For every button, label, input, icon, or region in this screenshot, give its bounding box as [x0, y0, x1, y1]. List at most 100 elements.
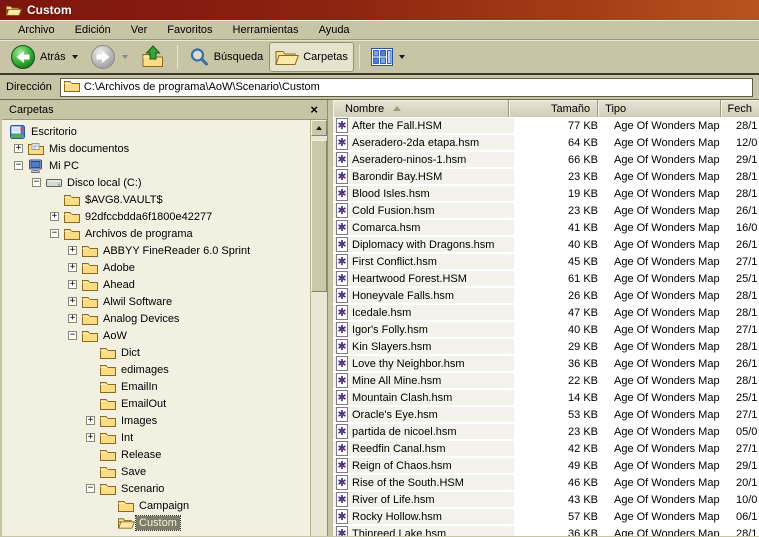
menu-favoritos[interactable]: Favoritos: [157, 22, 222, 38]
file-row[interactable]: ✱ Heartwood Forest.HSM 61 KB Age Of Wonders…: [333, 270, 759, 287]
tree-toggle-plus-icon[interactable]: +: [68, 280, 77, 289]
aow-map-file-icon: ✱: [336, 458, 348, 473]
file-row[interactable]: ✱ Reign of Chaos.hsm 49 KB Age Of Wonders M…: [333, 457, 759, 474]
tree-item-92dfccbdda6f1800e42277[interactable]: +92dfccbdda6f1800e42277: [2, 208, 310, 225]
file-row[interactable]: ✱ Barondir Bay.HSM 23 KB Age Of Wonders Map…: [333, 168, 759, 185]
address-input[interactable]: C:\Archivos de programa\AoW\Scenario\Cus…: [59, 77, 753, 97]
file-name-cell: ✱ partida de nicoel.hsm: [333, 424, 514, 439]
folder-icon: [82, 278, 100, 291]
file-row[interactable]: ✱ Aseradero-2da etapa.hsm 64 KB Age Of Wond…: [333, 134, 759, 151]
column-header-name[interactable]: Nombre: [333, 100, 509, 117]
tree-item-archivos-de-programa[interactable]: − Archivos de programa: [2, 225, 310, 242]
file-row[interactable]: ✱ Mine All Mine.hsm 22 KB Age Of Wonders Ma…: [333, 372, 759, 389]
menu-herramientas[interactable]: Herramientas: [223, 22, 309, 38]
window-folder-icon[interactable]: [6, 3, 22, 17]
tree-item-abbyy-finereader-6-0-sprint[interactable]: + ABBYY FineReader 6.0 Sprint: [2, 242, 310, 259]
file-type: Age Of Wonders Map: [614, 340, 720, 353]
forward-dropdown-caret[interactable]: [121, 55, 128, 59]
file-row[interactable]: ✱ Comarca.hsm 41 KB Age Of Wonders Map 16/0: [333, 219, 759, 236]
tree-toggle-plus-icon[interactable]: +: [68, 297, 77, 306]
tree-item-alwil-software[interactable]: + Alwil Software: [2, 293, 310, 310]
file-row[interactable]: ✱ Kin Slayers.hsm 29 KB Age Of Wonders Map 2…: [333, 338, 759, 355]
forward-button[interactable]: [84, 42, 134, 72]
tree-toggle-minus-icon[interactable]: −: [32, 178, 41, 187]
file-row[interactable]: ✱ Blood Isles.hsm 19 KB Age Of Wonders Map 2…: [333, 185, 759, 202]
file-row[interactable]: ✱ Thinreed Lake.hsm 36 KB Age Of Wonders Ma…: [333, 525, 759, 536]
tree-item-disco-local-c[interactable]: − Disco local (C:): [2, 174, 310, 191]
tree-item-int[interactable]: + Int: [2, 429, 310, 446]
tree-scrollbar[interactable]: [310, 120, 327, 536]
addressbar: Dirección C:\Archivos de programa\AoW\Sc…: [0, 75, 759, 100]
file-row[interactable]: ✱ Rise of the South.HSM 46 KB Age Of Wonder…: [333, 474, 759, 491]
tree-item-dict[interactable]: Dict: [2, 344, 310, 361]
tree-toggle-minus-icon[interactable]: −: [86, 484, 95, 493]
tree-toggle-plus-icon[interactable]: +: [68, 246, 77, 255]
menu-ver[interactable]: Ver: [121, 22, 158, 38]
file-row[interactable]: ✱ Reedfin Canal.hsm 42 KB Age Of Wonders Ma…: [333, 440, 759, 457]
tree-item-emailin[interactable]: EmailIn: [2, 378, 310, 395]
file-row[interactable]: ✱ Icedale.hsm 47 KB Age Of Wonders Map 28/1: [333, 304, 759, 321]
tree-item-edimages[interactable]: edimages: [2, 361, 310, 378]
file-size: 61 KB: [568, 272, 598, 285]
tree-item-mis-documentos[interactable]: + Mis documentos: [2, 140, 310, 157]
views-dropdown-caret[interactable]: [398, 55, 405, 59]
column-header-size[interactable]: Tamaño: [509, 100, 599, 117]
tree-toggle-plus-icon[interactable]: +: [86, 416, 95, 425]
tree-item-mi-pc[interactable]: − Mi PC: [2, 157, 310, 174]
tree-item-ahead[interactable]: + Ahead: [2, 276, 310, 293]
tree-item-images[interactable]: + Images: [2, 412, 310, 429]
tree-item-avg8-vault[interactable]: $AVG8.VAULT$: [2, 191, 310, 208]
menu-ayuda[interactable]: Ayuda: [309, 22, 360, 38]
menu-edici-n[interactable]: Edición: [65, 22, 121, 38]
menu-archivo[interactable]: Archivo: [8, 22, 65, 38]
file-row[interactable]: ✱ Rocky Hollow.hsm 57 KB Age Of Wonders Map…: [333, 508, 759, 525]
file-row[interactable]: ✱ After the Fall.HSM 77 KB Age Of Wonders M…: [333, 117, 759, 134]
file-row[interactable]: ✱ Honeyvale Falls.hsm 26 KB Age Of Wonders …: [333, 287, 759, 304]
file-row[interactable]: ✱ Aseradero-ninos-1.hsm 66 KB Age Of Wonder…: [333, 151, 759, 168]
views-button[interactable]: [365, 42, 411, 72]
close-folders-panel-button[interactable]: ×: [308, 103, 320, 116]
back-button[interactable]: Atrás: [4, 42, 84, 72]
search-button[interactable]: Búsqueda: [183, 42, 270, 72]
tree-toggle-plus-icon[interactable]: +: [14, 144, 23, 153]
up-button[interactable]: [134, 42, 172, 72]
tree-item-adobe[interactable]: + Adobe: [2, 259, 310, 276]
file-row[interactable]: ✱ River of Life.hsm 43 KB Age Of Wonders Ma…: [333, 491, 759, 508]
file-row[interactable]: ✱ First Conflict.hsm 45 KB Age Of Wonders M…: [333, 253, 759, 270]
tree-toggle-minus-icon[interactable]: −: [68, 331, 77, 340]
back-dropdown-caret[interactable]: [71, 55, 78, 59]
file-name: Mine All Mine.hsm: [352, 374, 442, 387]
tree-toggle-minus-icon[interactable]: −: [14, 161, 23, 170]
file-row[interactable]: ✱ partida de nicoel.hsm 23 KB Age Of Wonder…: [333, 423, 759, 440]
file-row[interactable]: ✱ Mountain Clash.hsm 14 KB Age Of Wonders M…: [333, 389, 759, 406]
file-type: Age Of Wonders Map: [614, 136, 720, 149]
column-header-type[interactable]: Tipo: [598, 100, 721, 117]
file-row[interactable]: ✱ Oracle's Eye.hsm 53 KB Age Of Wonders Map…: [333, 406, 759, 423]
tree-scrollbar-thumb[interactable]: [311, 140, 327, 292]
file-date: 26/1: [736, 357, 758, 370]
tree-item-escritorio[interactable]: Escritorio: [2, 123, 310, 140]
file-row[interactable]: ✱ Love thy Neighbor.hsm 36 KB Age Of Wonder…: [333, 355, 759, 372]
tree-item-campaign[interactable]: Campaign: [2, 497, 310, 514]
file-row[interactable]: ✱ Igor's Folly.hsm 40 KB Age Of Wonders Map…: [333, 321, 759, 338]
tree-item-save[interactable]: Save: [2, 463, 310, 480]
tree-item-analog-devices[interactable]: + Analog Devices: [2, 310, 310, 327]
tree-item-aow[interactable]: − AoW: [2, 327, 310, 344]
aow-map-file-icon: ✱: [336, 271, 348, 286]
tree-item-emailout[interactable]: EmailOut: [2, 395, 310, 412]
file-row[interactable]: ✱ Cold Fusion.hsm 23 KB Age Of Wonders Map 2…: [333, 202, 759, 219]
folder-icon: [82, 244, 100, 257]
scroll-up-button[interactable]: [311, 120, 327, 136]
tree-item-scenario[interactable]: − Scenario: [2, 480, 310, 497]
titlebar[interactable]: Custom: [0, 0, 759, 20]
file-row[interactable]: ✱ Diplomacy with Dragons.hsm 40 KB Age Of W…: [333, 236, 759, 253]
tree-toggle-plus-icon[interactable]: +: [50, 212, 59, 221]
tree-item-custom[interactable]: Custom: [2, 514, 310, 531]
folders-button[interactable]: Carpetas: [269, 42, 354, 72]
tree-toggle-plus-icon[interactable]: +: [86, 433, 95, 442]
tree-toggle-plus-icon[interactable]: +: [68, 263, 77, 272]
tree-toggle-plus-icon[interactable]: +: [68, 314, 77, 323]
tree-toggle-minus-icon[interactable]: −: [50, 229, 59, 238]
column-header-date[interactable]: Fech: [721, 100, 759, 117]
tree-item-release[interactable]: Release: [2, 446, 310, 463]
